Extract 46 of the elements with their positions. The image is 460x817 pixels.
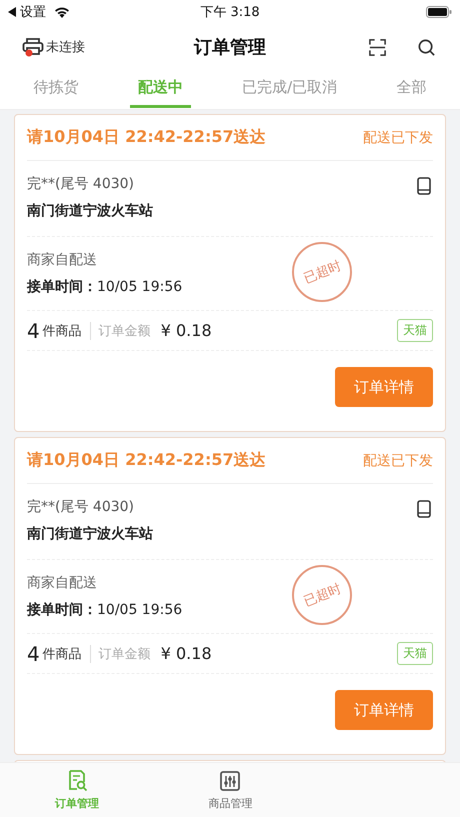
stamp-label: 已超时 <box>300 256 344 288</box>
customer-name: 完**(尾号 4030) <box>27 175 136 193</box>
delivery-address: 南门街道宁波火车站 <box>27 525 153 543</box>
status-tab[interactable]: 待拣货 <box>26 70 87 108</box>
item-count: 4 <box>27 642 40 666</box>
order-details-button[interactable]: 订单详情 <box>335 367 433 407</box>
phone-icon[interactable] <box>417 177 431 195</box>
page-title: 订单管理 <box>192 36 267 59</box>
nav-tab[interactable]: 商品管理 <box>154 763 307 817</box>
battery-icon <box>426 6 452 18</box>
scan-icon[interactable] <box>368 38 387 56</box>
stamp-label: 已超时 <box>300 580 344 610</box>
nav-tab[interactable]: 订单管理 <box>0 763 154 817</box>
order-amount: ¥ 0.18 <box>160 644 212 663</box>
accept-time-label: 接单时间： <box>27 278 97 296</box>
status-tab[interactable]: 全部 <box>388 70 434 108</box>
amount-label: 订单金额 <box>98 322 151 340</box>
phone-icon[interactable] <box>417 500 431 518</box>
item-count: 4 <box>27 318 40 342</box>
order-details-button[interactable]: 订单详情 <box>335 690 433 730</box>
delivery-address: 南门街道宁波火车站 <box>27 202 153 220</box>
order-amount: ¥ 0.18 <box>160 321 212 340</box>
search-icon[interactable] <box>417 38 436 56</box>
accept-time-label: 接单时间： <box>27 601 97 619</box>
sliders-icon <box>219 770 242 792</box>
amount-label: 订单金额 <box>98 646 151 662</box>
status-tab[interactable]: 已完成/已取消 <box>234 70 346 108</box>
status-time: 下午 3:18 <box>200 4 260 21</box>
delivery-deadline: 请10月04日 22:42-22:57送达 <box>27 450 266 471</box>
order-status: 配送已下发 <box>363 128 433 146</box>
delivery-deadline: 请10月04日 22:42-22:57送达 <box>27 127 266 148</box>
back-label[interactable]: 设置 <box>20 3 46 21</box>
platform-tag: 天猫 <box>397 319 433 342</box>
printer-status[interactable]: 未连接 <box>46 38 85 56</box>
item-unit: 件商品 <box>42 644 91 662</box>
order-status: 配送已下发 <box>363 452 433 470</box>
accept-time: 10/05 19:56 <box>97 602 182 618</box>
back-arrow-icon[interactable] <box>8 7 16 17</box>
customer-name: 完**(尾号 4030) <box>27 498 136 516</box>
delivery-method: 商家自配送 <box>27 251 98 269</box>
delivery-method: 商家自配送 <box>27 574 98 592</box>
accept-time: 10/05 19:56 <box>97 279 182 295</box>
platform-tag: 天猫 <box>397 642 433 665</box>
wifi-icon <box>54 6 70 18</box>
printer-icon[interactable] <box>22 37 44 57</box>
item-unit: 件商品 <box>42 322 91 340</box>
